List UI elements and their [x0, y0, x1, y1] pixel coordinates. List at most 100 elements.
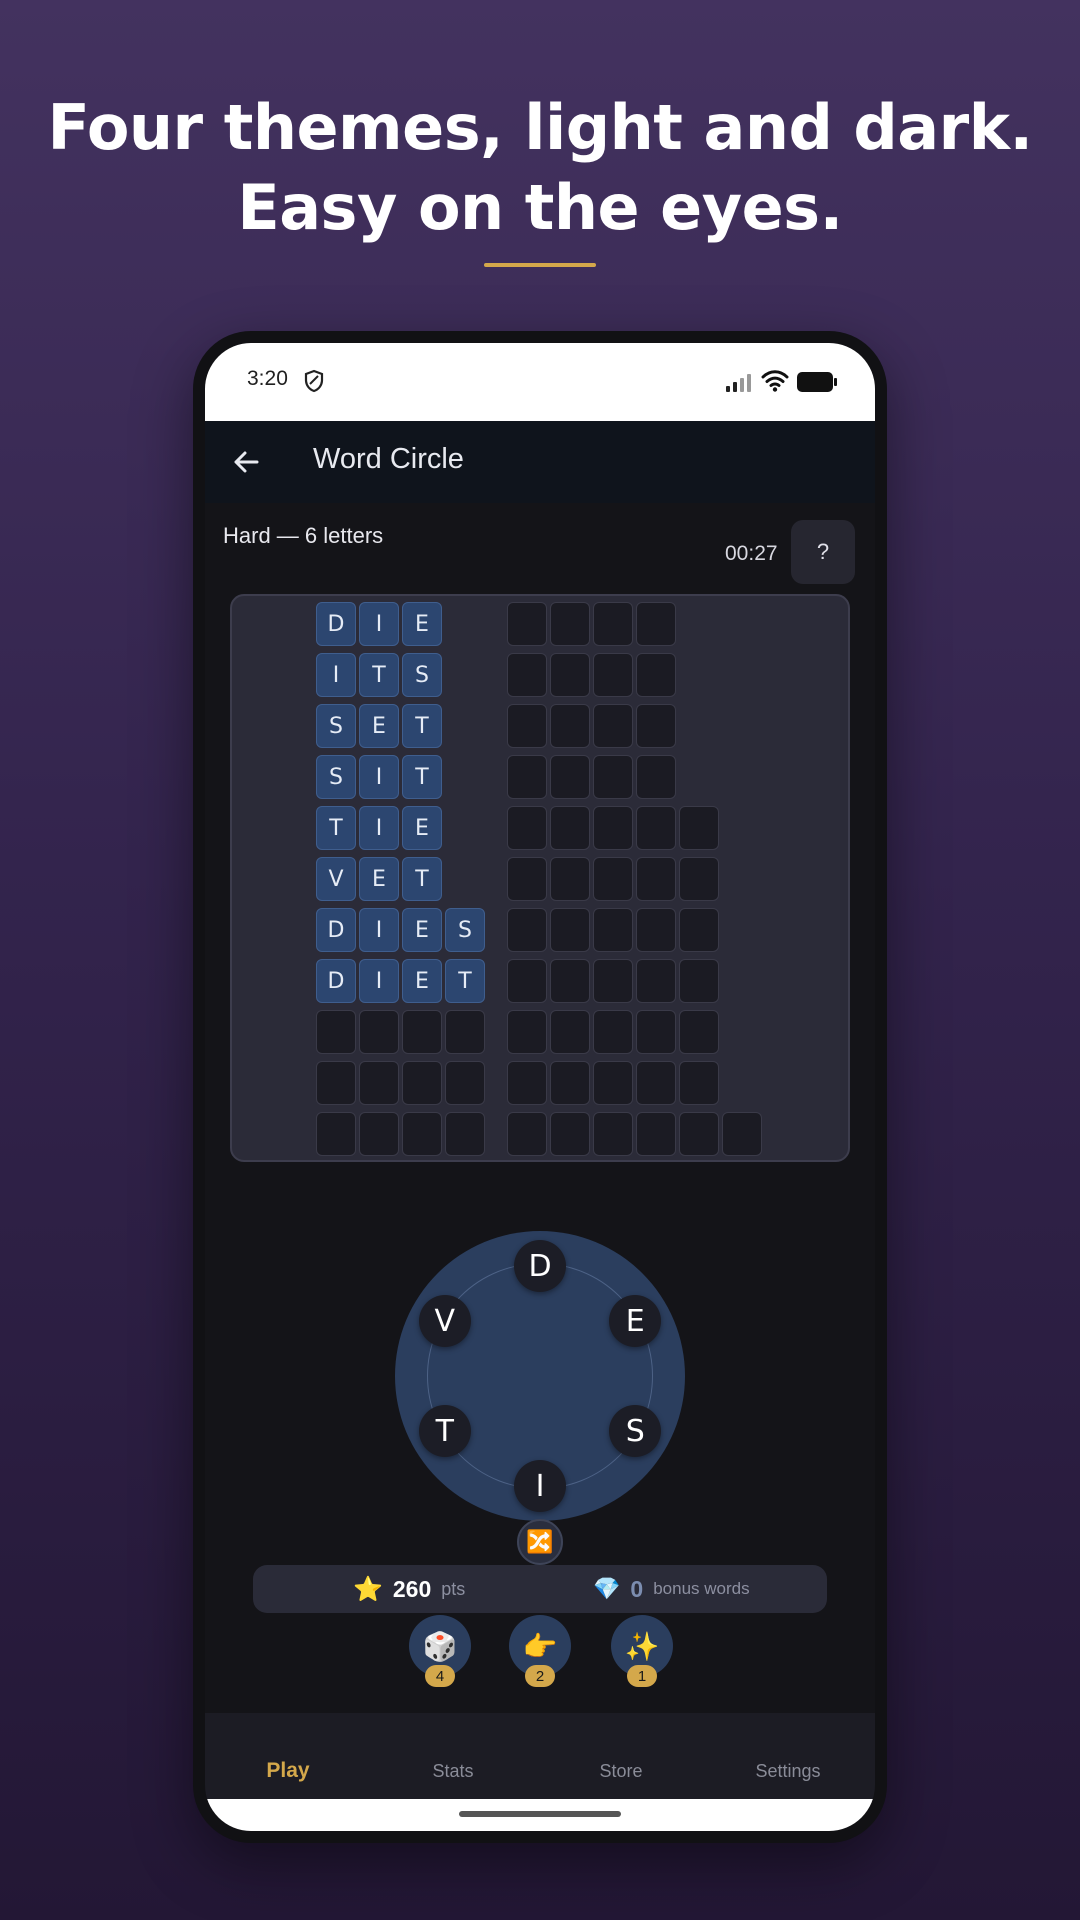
score-bar: ⭐ 260 pts 💎 0 bonus words	[253, 1565, 827, 1613]
letter-tile: V	[316, 857, 356, 901]
headline-line-2: Easy on the eyes.	[237, 171, 843, 244]
empty-tile	[507, 959, 547, 1003]
empty-tile	[445, 1112, 485, 1156]
powerup-count-badge: 1	[627, 1665, 657, 1687]
letter-tile: S	[316, 755, 356, 799]
nav-play[interactable]: Play	[213, 1759, 363, 1783]
empty-tile	[636, 653, 676, 697]
empty-tile	[550, 1112, 590, 1156]
empty-tile	[593, 806, 633, 850]
home-indicator[interactable]	[459, 1811, 621, 1817]
gem-icon: 💎	[593, 1576, 621, 1601]
empty-tile	[593, 1061, 633, 1105]
headline-line-1: Four themes, light and dark.	[47, 91, 1033, 164]
points-display: ⭐ 260 pts	[353, 1565, 465, 1613]
powerup-count-badge: 4	[425, 1665, 455, 1687]
empty-tile	[445, 1010, 485, 1054]
bonus-display: 💎 0 bonus words	[593, 1565, 750, 1613]
empty-tile	[593, 653, 633, 697]
letter-tile: E	[402, 959, 442, 1003]
empty-tile	[636, 857, 676, 901]
empty-tile	[636, 1061, 676, 1105]
empty-tile	[593, 857, 633, 901]
empty-tile	[507, 755, 547, 799]
empty-tile	[550, 857, 590, 901]
empty-tile	[593, 959, 633, 1003]
empty-tile	[316, 1010, 356, 1054]
empty-tile	[636, 1010, 676, 1054]
level-label: Hard — 6 letters	[223, 523, 384, 548]
battery-icon	[797, 372, 837, 392]
empty-tile	[636, 806, 676, 850]
empty-tile	[593, 1010, 633, 1054]
wheel-letter-s[interactable]: S	[609, 1405, 662, 1457]
empty-tile	[722, 1112, 762, 1156]
home-area	[205, 1799, 875, 1831]
empty-tile	[636, 704, 676, 748]
empty-tile	[550, 908, 590, 952]
empty-tile	[636, 959, 676, 1003]
empty-tile	[316, 1061, 356, 1105]
nav-store[interactable]: Store	[546, 1761, 696, 1782]
empty-tile	[679, 1112, 719, 1156]
empty-tile	[507, 1112, 547, 1156]
letter-tile: I	[359, 908, 399, 952]
wheel-letter-t[interactable]: T	[418, 1405, 471, 1457]
empty-tile	[636, 1112, 676, 1156]
letter-tile: S	[402, 653, 442, 697]
wifi-icon	[761, 370, 789, 392]
wheel-letter-v[interactable]: V	[418, 1295, 471, 1347]
empty-tile	[402, 1112, 442, 1156]
powerup-count-badge: 2	[525, 1665, 555, 1687]
empty-tile	[593, 908, 633, 952]
empty-tile	[636, 755, 676, 799]
letter-tile: D	[316, 959, 356, 1003]
nav-settings[interactable]: Settings	[713, 1761, 863, 1782]
letter-tile: T	[316, 806, 356, 850]
arrow-left-icon[interactable]	[229, 445, 263, 479]
empty-tile	[550, 755, 590, 799]
letter-tile: T	[402, 704, 442, 748]
points-unit: pts	[441, 1578, 466, 1599]
empty-tile	[636, 602, 676, 646]
letter-tile: D	[316, 602, 356, 646]
letter-tile: E	[402, 602, 442, 646]
empty-tile	[679, 806, 719, 850]
letter-tile: S	[445, 908, 485, 952]
letter-tile: T	[402, 857, 442, 901]
empty-tile	[636, 908, 676, 952]
word-board: DIEITSSETSITTIEVETDIESDIET	[230, 594, 850, 1162]
status-time: 3:20	[247, 367, 288, 390]
letter-tile: S	[316, 704, 356, 748]
empty-tile	[679, 959, 719, 1003]
bonus-value: 0	[630, 1575, 644, 1602]
timer: 00:27	[725, 542, 778, 565]
empty-tile	[593, 704, 633, 748]
phone-frame: 3:20 Word Circle Hard — 6 letters 00:27 …	[193, 331, 887, 1843]
app-bar: Word Circle	[205, 421, 875, 503]
empty-tile	[679, 1061, 719, 1105]
empty-tile	[507, 857, 547, 901]
empty-tile	[507, 653, 547, 697]
letter-wheel-ring	[427, 1263, 653, 1489]
empty-tile	[507, 1061, 547, 1105]
help-button[interactable]: ?	[791, 520, 855, 584]
letter-tile: I	[316, 653, 356, 697]
empty-tile	[550, 1010, 590, 1054]
points-value: 260	[392, 1575, 432, 1602]
nav-stats[interactable]: Stats	[378, 1761, 528, 1782]
wheel-letter-e[interactable]: E	[609, 1295, 662, 1347]
shuffle-button[interactable]: 🔀	[517, 1519, 563, 1565]
empty-tile	[593, 755, 633, 799]
empty-tile	[550, 704, 590, 748]
letter-tile: E	[359, 857, 399, 901]
signal-icon	[726, 374, 751, 392]
empty-tile	[507, 1010, 547, 1054]
wheel-letter-i[interactable]: I	[514, 1460, 566, 1512]
empty-tile	[550, 602, 590, 646]
empty-tile	[359, 1061, 399, 1105]
letter-tile: I	[359, 602, 399, 646]
headline-underline	[484, 263, 596, 267]
empty-tile	[402, 1010, 442, 1054]
wheel-letter-d[interactable]: D	[514, 1240, 566, 1292]
